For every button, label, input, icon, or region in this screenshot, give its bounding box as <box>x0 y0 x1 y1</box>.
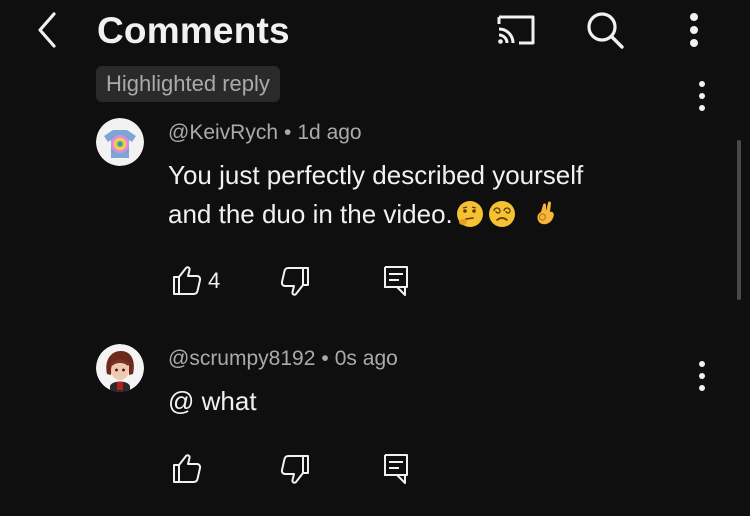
comment-meta: @KeivRych • 1d ago <box>168 121 362 144</box>
scrollbar[interactable] <box>737 140 741 300</box>
comment-more-icon[interactable] <box>690 356 714 396</box>
ok-hand-icon <box>537 201 554 225</box>
comment-author[interactable]: @KeivRych <box>168 121 278 144</box>
comment-text-line: @ what <box>168 386 257 416</box>
back-arrow-icon[interactable] <box>28 8 68 52</box>
avatar[interactable] <box>96 118 144 166</box>
comment-text-line-row: and the duo in the video. <box>168 195 688 234</box>
comment-author[interactable]: @scrumpy8192 <box>168 347 315 370</box>
comment-text-line: and the duo in the video. <box>168 199 453 229</box>
avatar[interactable] <box>96 344 144 392</box>
more-vert-icon[interactable] <box>672 8 716 52</box>
top-bar: Comments <box>0 0 750 64</box>
comment-text-line: You just perfectly described yourself <box>168 160 584 190</box>
dislike-icon[interactable] <box>278 452 314 488</box>
comment-text: You just perfectly described yourself an… <box>168 156 688 234</box>
like-icon[interactable] <box>168 450 204 486</box>
comment-meta: @scrumpy8192 • 0s ago <box>168 347 398 370</box>
comment-time: 0s ago <box>334 347 398 370</box>
like-count: 4 <box>208 268 221 293</box>
cast-icon[interactable] <box>494 8 538 52</box>
like-icon[interactable] <box>168 262 204 298</box>
comment-time: 1d ago <box>297 121 362 144</box>
dizzy-face-icon <box>488 201 515 227</box>
comment-more-icon[interactable] <box>690 76 714 116</box>
dislike-icon[interactable] <box>278 264 314 300</box>
thinking-face-icon <box>456 201 483 227</box>
search-icon[interactable] <box>583 8 627 52</box>
comment-text: @ what <box>168 382 688 421</box>
reply-icon[interactable] <box>378 262 414 298</box>
highlighted-reply-chip: Highlighted reply <box>96 66 280 102</box>
reply-icon[interactable] <box>378 450 414 486</box>
page-title: Comments <box>97 10 290 51</box>
